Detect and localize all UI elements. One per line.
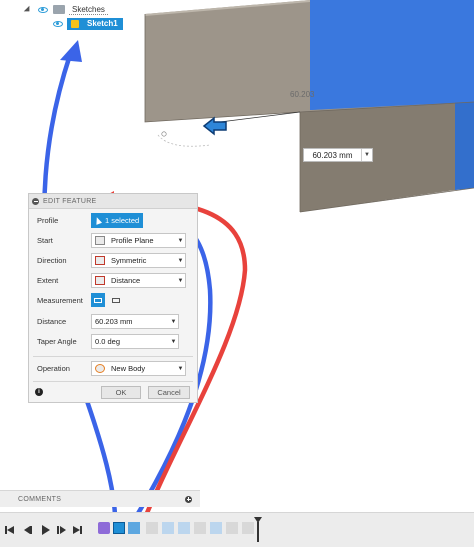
divider bbox=[33, 356, 193, 357]
add-comment-icon[interactable] bbox=[185, 495, 192, 503]
chevron-down-icon[interactable]: ▼ bbox=[176, 238, 185, 244]
profile-plane-icon bbox=[95, 236, 105, 245]
extent-value: Distance bbox=[111, 276, 141, 285]
taper-input[interactable]: 0.0 deg ▼ bbox=[91, 334, 179, 349]
sketch-point-icon bbox=[161, 131, 167, 137]
sketch1-item[interactable]: Sketch1 bbox=[67, 17, 123, 30]
measurement-row: Measurement bbox=[37, 292, 93, 308]
extent-label: Extent bbox=[37, 275, 59, 285]
divider bbox=[33, 381, 193, 382]
distance-value[interactable]: 60.203 mm bbox=[92, 317, 169, 326]
sketches-folder-label[interactable]: Sketches bbox=[69, 5, 108, 15]
visibility-eye-icon[interactable] bbox=[53, 20, 63, 27]
visibility-eye-icon[interactable] bbox=[38, 6, 48, 13]
direction-label: Direction bbox=[37, 255, 67, 265]
measure-icon bbox=[94, 297, 102, 303]
info-icon[interactable]: i bbox=[35, 388, 43, 396]
cursor-icon bbox=[93, 216, 103, 225]
measurement-label: Measurement bbox=[37, 295, 83, 305]
chevron-down-icon[interactable]: ▼ bbox=[361, 149, 372, 161]
timeline-feature-icon[interactable] bbox=[210, 522, 222, 534]
timeline-feature-icon[interactable] bbox=[194, 522, 206, 534]
timeline-feature-icon[interactable] bbox=[242, 522, 254, 534]
symmetric-icon bbox=[95, 256, 105, 265]
new-body-icon bbox=[95, 364, 105, 373]
step-forward-icon[interactable] bbox=[56, 524, 68, 536]
distance-row: Distance bbox=[37, 313, 93, 329]
distance-label: Distance bbox=[37, 316, 67, 326]
cancel-button[interactable]: Cancel bbox=[148, 386, 190, 399]
extent-select[interactable]: Distance ▼ bbox=[91, 273, 186, 288]
dimension-input[interactable]: 60.203 mm ▼ bbox=[303, 148, 373, 162]
play-icon[interactable] bbox=[40, 524, 52, 536]
profile-selection-value: 1 selected bbox=[105, 216, 140, 225]
direction-select[interactable]: Symmetric ▼ bbox=[91, 253, 186, 268]
go-to-start-icon[interactable] bbox=[4, 524, 16, 536]
folder-icon bbox=[53, 5, 65, 14]
sketch1-label: Sketch1 bbox=[87, 19, 118, 28]
chevron-down-icon[interactable]: ▼ bbox=[169, 339, 178, 345]
timeline-body-icon[interactable] bbox=[98, 522, 110, 534]
go-to-end-icon[interactable] bbox=[72, 524, 84, 536]
blue-arrowhead-top-icon bbox=[60, 40, 82, 62]
start-label: Start bbox=[37, 235, 53, 245]
taper-value[interactable]: 0.0 deg bbox=[92, 337, 169, 346]
timeline-feature-icon[interactable] bbox=[178, 522, 190, 534]
measurement-option-1-button[interactable] bbox=[91, 293, 105, 307]
operation-row: Operation bbox=[37, 360, 93, 376]
tree-row-sketch1[interactable]: Sketch1 bbox=[53, 17, 123, 30]
operation-value: New Body bbox=[111, 364, 146, 373]
timeline-feature-icon[interactable] bbox=[162, 522, 174, 534]
direction-value: Symmetric bbox=[111, 256, 147, 265]
distance-input[interactable]: 60.203 mm ▼ bbox=[91, 314, 179, 329]
measurement-option-2-button[interactable] bbox=[109, 293, 123, 307]
profile-row: Profile bbox=[37, 212, 93, 228]
timeline-feature-icon[interactable] bbox=[146, 522, 158, 534]
chevron-down-icon[interactable]: ▼ bbox=[169, 319, 178, 325]
dialog-header[interactable]: EDIT FEATURE bbox=[29, 194, 197, 209]
chevron-down-icon[interactable]: ▼ bbox=[176, 366, 185, 372]
expand-triangle-icon[interactable] bbox=[23, 5, 33, 14]
dialog-title: EDIT FEATURE bbox=[43, 197, 97, 205]
direction-row: Direction bbox=[37, 252, 93, 268]
timeline-sketch-icon[interactable] bbox=[113, 522, 125, 534]
taper-label: Taper Angle bbox=[37, 336, 77, 346]
comments-bar[interactable]: COMMENTS bbox=[0, 490, 200, 507]
timeline-marker-icon[interactable] bbox=[254, 517, 262, 545]
dimension-input-value[interactable]: 60.203 mm bbox=[304, 151, 361, 160]
extrude-manipulator-icon[interactable] bbox=[202, 116, 227, 136]
comments-label: COMMENTS bbox=[18, 495, 62, 503]
timeline-feature-icon[interactable] bbox=[226, 522, 238, 534]
edit-feature-dialog: EDIT FEATURE Profile 1 selected Start Pr… bbox=[28, 193, 198, 403]
measure-alt-icon bbox=[112, 297, 120, 303]
chevron-down-icon[interactable]: ▼ bbox=[176, 278, 185, 284]
timeline-extrude-icon[interactable] bbox=[128, 522, 140, 534]
start-value: Profile Plane bbox=[111, 236, 154, 245]
profile-label: Profile bbox=[37, 215, 59, 225]
dimension-text: 60.203 bbox=[290, 90, 315, 99]
operation-label: Operation bbox=[37, 363, 70, 373]
chevron-down-icon[interactable]: ▼ bbox=[176, 258, 185, 264]
extent-row: Extent bbox=[37, 272, 93, 288]
profile-selection-button[interactable]: 1 selected bbox=[91, 213, 143, 228]
start-select[interactable]: Profile Plane ▼ bbox=[91, 233, 186, 248]
ok-button[interactable]: OK bbox=[101, 386, 141, 399]
tree-row-sketches[interactable]: Sketches bbox=[23, 3, 108, 16]
distance-icon bbox=[95, 276, 105, 285]
collapse-icon[interactable] bbox=[32, 197, 39, 205]
sketch-icon bbox=[71, 19, 79, 28]
operation-select[interactable]: New Body ▼ bbox=[91, 361, 186, 376]
step-back-icon[interactable] bbox=[22, 524, 34, 536]
start-row: Start bbox=[37, 232, 93, 248]
timeline-bar bbox=[0, 512, 474, 547]
taper-row: Taper Angle bbox=[37, 333, 93, 349]
selected-blue-face-inner bbox=[310, 0, 474, 110]
sketch-arc bbox=[157, 134, 211, 147]
